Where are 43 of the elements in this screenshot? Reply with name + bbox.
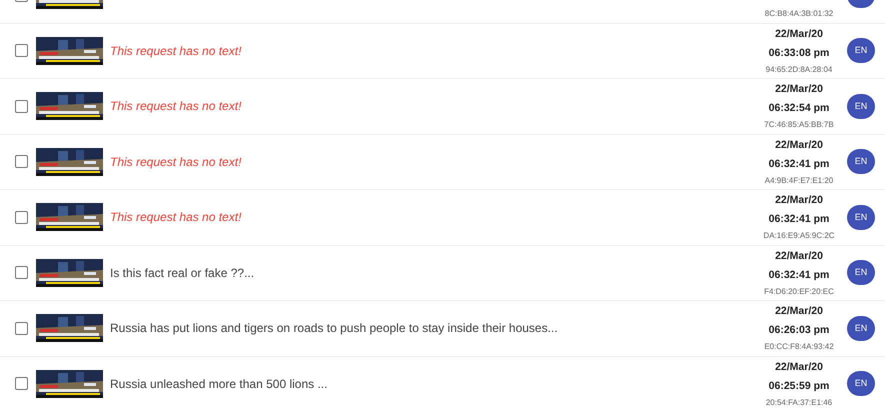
- checkbox[interactable]: [15, 322, 28, 335]
- language-button[interactable]: EN: [847, 94, 875, 119]
- request-date: 22/Mar/20: [775, 82, 823, 98]
- checkbox[interactable]: [15, 377, 28, 390]
- language-button[interactable]: EN: [847, 149, 875, 174]
- request-date: 22/Mar/20: [775, 138, 823, 153]
- checkbox[interactable]: [15, 210, 28, 224]
- request-text: Russia has put lions and tigers on roads to push people to stay inside their houses...: [110, 320, 558, 338]
- request-text: Russia unleashed more than 500 lions ...: [110, 376, 328, 393]
- language-button[interactable]: EN: [847, 371, 875, 396]
- no-text-notice: This request has no text!: [110, 98, 242, 116]
- request-time: 06:25:59 pm: [768, 378, 830, 394]
- request-time: 06:33:08 pm: [768, 46, 830, 61]
- device-address: E0:CC:F8:4A:93:42: [764, 341, 834, 354]
- request-date: 22/Mar/20: [775, 304, 823, 320]
- request-text: Is this fact real or fake ??...: [110, 264, 254, 282]
- device-address: 94:65:2D:8A:28:04: [766, 64, 832, 76]
- request-date: 22/Mar/20: [775, 193, 823, 208]
- no-text-notice: This request has no text!: [110, 154, 242, 171]
- request-time: 06:26:03 pm: [768, 323, 830, 338]
- device-address: DA:16:E9:A5:9C:2C: [763, 230, 835, 242]
- language-button[interactable]: EN: [847, 316, 875, 341]
- device-address: 8C:B8:4A:3B:01:32: [764, 8, 834, 20]
- language-button[interactable]: EN: [847, 204, 875, 230]
- device-address: 7C:46:85:A5:BB:7B: [764, 119, 834, 132]
- request-date: 22/Mar/20: [775, 360, 823, 375]
- checkbox[interactable]: [15, 44, 28, 58]
- request-time: 06:32:41 pm: [768, 156, 830, 172]
- language-button[interactable]: EN: [847, 38, 875, 64]
- language-button[interactable]: EN: [847, 260, 875, 286]
- no-text-notice: This request has no text!: [110, 42, 242, 60]
- device-address: F4:D6:20:EF:20:EC: [764, 286, 834, 298]
- checkbox[interactable]: [15, 266, 28, 280]
- request-date: 22/Mar/20: [775, 248, 823, 264]
- request-time: 06:32:41 pm: [768, 212, 830, 228]
- request-date: 22/Mar/20: [775, 26, 823, 42]
- device-address: A4:9B:4F:E7:E1:20: [764, 174, 834, 187]
- no-text-notice: This request has no text!: [110, 209, 242, 226]
- request-time: 06:32:41 pm: [768, 268, 830, 283]
- request-time: 06:32:54 pm: [768, 101, 830, 116]
- checkbox[interactable]: [15, 155, 28, 168]
- checkbox[interactable]: [15, 100, 28, 113]
- device-address: 20:54:FA:37:E1:46: [766, 396, 832, 409]
